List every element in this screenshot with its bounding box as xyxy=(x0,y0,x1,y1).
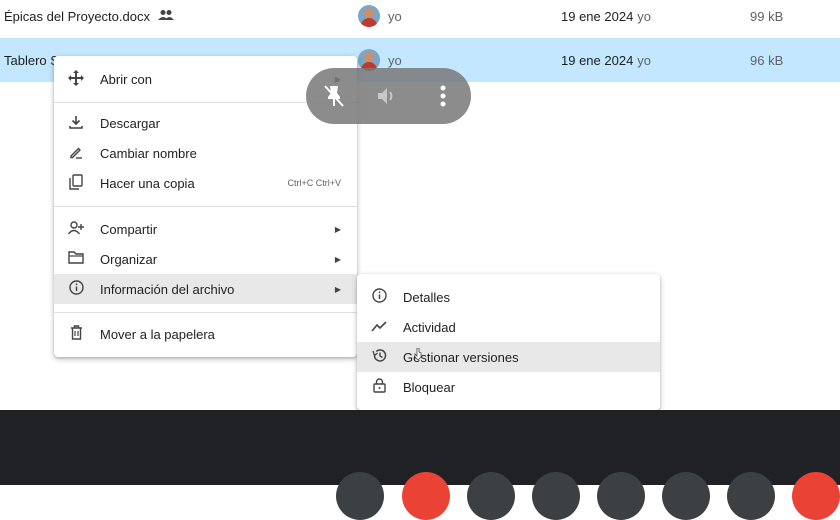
menu-item-share[interactable]: Compartir ▶ xyxy=(54,214,357,244)
menu-item-label: Hacer una copia xyxy=(100,175,195,191)
submenu-arrow-icon: ▶ xyxy=(334,224,341,234)
file-name-cell: Tablero S xyxy=(4,38,59,82)
file-name-cell: Épicas del Proyecto.docx xyxy=(4,0,174,38)
video-controls-overlay xyxy=(306,68,471,124)
menu-item-label: Mover a la papelera xyxy=(100,326,215,342)
menu-item-label: Actividad xyxy=(403,319,456,335)
avatar xyxy=(358,5,380,27)
download-icon xyxy=(66,115,86,132)
date-cell: 19 ene 2024 yo xyxy=(561,0,651,38)
file-row[interactable]: Épicas del Proyecto.docx yo 19 ene 2024 … xyxy=(0,0,840,38)
trend-line-icon xyxy=(369,319,389,335)
menu-item-label: Compartir xyxy=(100,221,158,237)
submenu-item-activity[interactable]: Actividad xyxy=(357,312,660,342)
menu-item-file-info[interactable]: Información del archivo ▶ xyxy=(54,274,357,304)
meeting-control-button[interactable] xyxy=(727,472,775,520)
history-icon xyxy=(369,348,389,366)
file-name: Tablero S xyxy=(4,52,59,68)
menu-item-label: Organizar xyxy=(100,251,158,267)
submenu-arrow-icon: ▶ xyxy=(334,254,341,264)
owner-name: yo xyxy=(388,52,402,68)
pencil-icon xyxy=(66,145,86,162)
people-icon xyxy=(157,9,174,24)
menu-item-make-copy[interactable]: Hacer una copia Ctrl+C Ctrl+V xyxy=(54,168,357,198)
modified-date: 19 ene 2024 xyxy=(561,52,634,68)
menu-item-label: Detalles xyxy=(403,289,450,305)
menu-item-label: Bloquear xyxy=(403,379,456,395)
move-arrows-icon xyxy=(66,69,86,89)
meeting-control-button[interactable] xyxy=(597,472,645,520)
submenu-item-lock[interactable]: Bloquear xyxy=(357,372,660,402)
meeting-control-button[interactable] xyxy=(662,472,710,520)
copy-icon xyxy=(66,173,86,193)
meeting-control-button[interactable] xyxy=(532,472,580,520)
file-size: 99 kB xyxy=(750,8,784,24)
file-info-submenu: Detalles Actividad Gestionar versiones B… xyxy=(357,274,660,410)
modified-date: 19 ene 2024 xyxy=(561,8,634,24)
trash-icon xyxy=(66,325,86,343)
menu-item-organize[interactable]: Organizar ▶ xyxy=(54,244,357,274)
date-cell: 19 ene 2024 yo xyxy=(561,38,651,82)
lock-icon xyxy=(369,378,389,396)
more-options-button[interactable] xyxy=(429,82,457,110)
meeting-control-button[interactable] xyxy=(336,472,384,520)
pin-off-icon xyxy=(324,85,344,107)
menu-item-trash[interactable]: Mover a la papelera xyxy=(54,319,357,349)
pin-off-button[interactable] xyxy=(320,82,348,110)
submenu-arrow-icon: ▶ xyxy=(334,284,341,294)
menu-item-rename[interactable]: Cambiar nombre xyxy=(54,138,357,168)
divider xyxy=(54,312,357,313)
more-vert-icon xyxy=(440,85,446,107)
person-add-icon xyxy=(66,220,86,238)
info-icon xyxy=(66,280,86,298)
shortcut-hint: Ctrl+C Ctrl+V xyxy=(287,178,341,188)
menu-item-label: Cambiar nombre xyxy=(100,145,197,161)
file-size: 96 kB xyxy=(750,52,784,68)
mic-off-button[interactable] xyxy=(402,472,450,520)
submenu-item-details[interactable]: Detalles xyxy=(357,282,660,312)
leave-call-button[interactable] xyxy=(792,472,840,520)
folder-icon xyxy=(66,251,86,267)
info-icon xyxy=(369,288,389,306)
volume-button[interactable] xyxy=(374,82,402,110)
menu-item-label: Descargar xyxy=(100,115,160,131)
modified-by: yo xyxy=(637,52,652,68)
menu-item-label: Información del archivo xyxy=(100,281,235,297)
submenu-item-manage-versions[interactable]: Gestionar versiones xyxy=(357,342,660,372)
mouse-cursor xyxy=(414,347,422,361)
volume-icon xyxy=(378,88,393,104)
menu-item-label: Abrir con xyxy=(100,71,153,87)
owner-cell: yo xyxy=(358,0,402,38)
owner-name: yo xyxy=(388,8,402,24)
divider xyxy=(54,206,357,207)
modified-by: yo xyxy=(637,8,652,24)
file-name: Épicas del Proyecto.docx xyxy=(4,8,150,24)
meeting-control-button[interactable] xyxy=(467,472,515,520)
